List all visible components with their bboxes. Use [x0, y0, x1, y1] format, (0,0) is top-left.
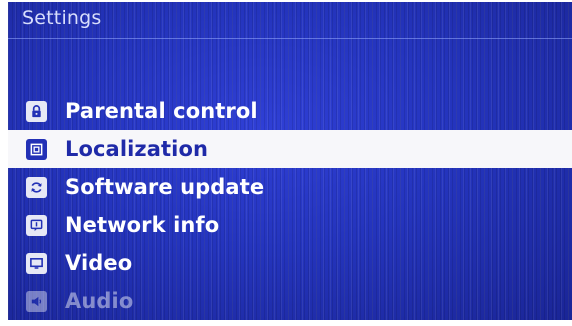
menu-item-label: Software update	[65, 175, 265, 199]
speaker-icon	[26, 290, 47, 312]
monitor-icon	[26, 252, 47, 274]
menu-item-software-update[interactable]: Software update	[8, 168, 572, 206]
network-info-icon	[26, 214, 47, 236]
localization-icon	[26, 138, 47, 160]
lock-icon	[26, 100, 47, 122]
menu-item-parental-control[interactable]: Parental control	[8, 92, 572, 130]
tv-screen: Settings Parental control Localization S…	[8, 2, 572, 320]
menu-item-localization[interactable]: Localization	[8, 130, 572, 168]
menu-item-audio[interactable]: Audio	[8, 282, 572, 320]
settings-header: Settings	[8, 2, 572, 39]
menu-item-label: Localization	[65, 137, 209, 161]
page-title: Settings	[22, 7, 102, 29]
menu-item-video[interactable]: Video	[8, 244, 572, 282]
menu-item-network-info[interactable]: Network info	[8, 206, 572, 244]
menu-item-label: Audio	[65, 289, 134, 313]
menu-item-label: Video	[65, 251, 133, 275]
menu-item-label: Network info	[65, 213, 220, 237]
refresh-icon	[26, 176, 47, 198]
menu-item-label: Parental control	[65, 99, 258, 123]
settings-menu: Parental control Localization Software u…	[8, 92, 572, 320]
